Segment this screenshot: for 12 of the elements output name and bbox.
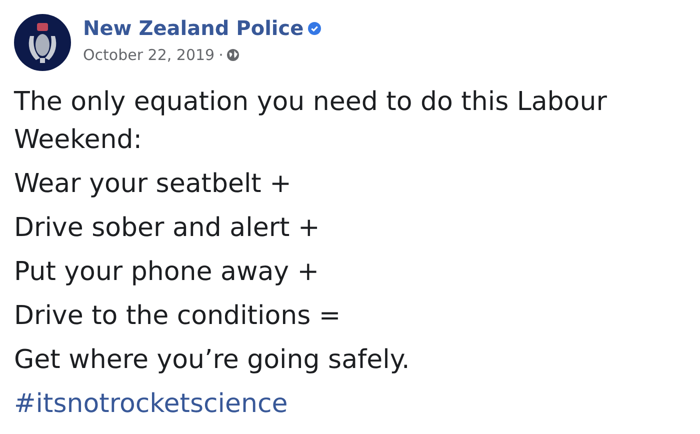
post-date[interactable]: October 22, 2019	[83, 44, 215, 66]
post-text: Put your phone away +	[14, 256, 320, 289]
author-name[interactable]: New Zealand Police	[83, 14, 304, 42]
separator: ·	[218, 45, 224, 66]
post-text: Get where you’re going safely.	[14, 344, 411, 377]
post-text: Wear your seatbelt +	[14, 168, 292, 201]
emblem-logo	[14, 14, 71, 71]
post-text: Drive to the conditions =	[14, 300, 342, 333]
post-text: The only equation you need to do this Labour Weekend:	[14, 86, 608, 157]
hashtag-link[interactable]: #itsnotrocketscience	[14, 389, 288, 419]
globe-icon	[227, 49, 240, 62]
post-text: Drive sober and alert +	[14, 212, 321, 245]
